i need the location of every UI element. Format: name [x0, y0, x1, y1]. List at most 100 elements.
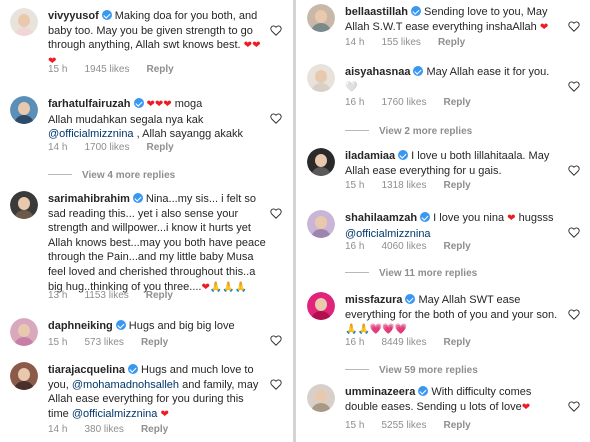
like-heart-icon[interactable] [568, 81, 580, 92]
view-more-replies-button[interactable]: View 2 more replies [345, 126, 472, 137]
mention-link[interactable]: @officialmizznina [345, 228, 431, 240]
likes-count[interactable]: 1945 likes [84, 64, 129, 75]
comment-text: tiarajacquelina Hugs and much love to you… [48, 363, 266, 422]
timestamp: 16 h [345, 241, 365, 252]
mention-link[interactable]: @mohamadnohsalleh [72, 379, 179, 391]
comment-text: shahilaamzah I love you nina ❤ hugsss @of… [345, 211, 564, 241]
reply-button[interactable]: Reply [444, 241, 471, 252]
like-heart-icon[interactable] [568, 227, 580, 238]
likes-count[interactable]: 380 likes [84, 424, 123, 435]
timestamp: 15 h [48, 337, 68, 348]
view-more-replies-button[interactable]: View 11 more replies [345, 268, 477, 279]
avatar[interactable] [10, 318, 38, 346]
verified-badge-icon [398, 150, 409, 160]
comment-meta: 16 h 1760 likes Reply [345, 97, 488, 108]
view-more-replies-button[interactable]: View 59 more replies [345, 365, 478, 376]
comment-text: bellaastillah Sending love to you, May Al… [345, 5, 564, 35]
username-link[interactable]: daphneiking [48, 320, 113, 332]
username-link[interactable]: bellaastillah [345, 6, 408, 18]
comment-meta: 15 h 1318 likes Reply [345, 180, 488, 191]
username-link[interactable]: shahilaamzah [345, 212, 417, 224]
comment-meta: 16 h 8449 likes Reply [345, 337, 488, 348]
verified-badge-icon [420, 212, 431, 222]
verified-badge-icon [132, 193, 143, 203]
avatar[interactable] [307, 148, 335, 176]
verified-badge-icon [101, 10, 112, 20]
avatar[interactable] [307, 64, 335, 92]
comment-meta: 13 h 1153 likes Reply [48, 290, 190, 301]
verified-badge-icon [405, 294, 416, 304]
timestamp: 15 h [345, 180, 365, 191]
avatar[interactable] [10, 191, 38, 219]
likes-count[interactable]: 1760 likes [381, 97, 426, 108]
likes-count[interactable]: 5255 likes [381, 420, 426, 431]
heart-emoji: ❤ [243, 40, 253, 52]
verified-badge-icon [418, 386, 429, 396]
verified-badge-icon [133, 98, 144, 108]
username-link[interactable]: iladamiaa [345, 150, 395, 162]
verified-badge-icon [115, 320, 126, 330]
username-link[interactable]: farhatulfairuzah [48, 98, 131, 110]
likes-count[interactable]: 1700 likes [84, 142, 129, 153]
reply-button[interactable]: Reply [141, 424, 168, 435]
like-heart-icon[interactable] [270, 379, 282, 390]
verified-badge-icon [410, 6, 421, 16]
comment-meta: 14 h 1700 likes Reply [48, 142, 191, 153]
heart-emoji: ❤ [539, 21, 549, 33]
like-heart-icon[interactable] [568, 401, 580, 412]
heart-emoji: ❤❤❤ [146, 99, 172, 110]
reply-button[interactable]: Reply [444, 337, 471, 348]
likes-count[interactable]: 8449 likes [381, 337, 426, 348]
like-heart-icon[interactable] [568, 165, 580, 176]
username-link[interactable]: missfazura [345, 294, 402, 306]
username-link[interactable]: vivyyusof [48, 10, 99, 22]
like-heart-icon[interactable] [568, 309, 580, 320]
like-heart-icon[interactable] [270, 335, 282, 346]
reply-button[interactable]: Reply [444, 180, 471, 191]
timestamp: 16 h [345, 337, 365, 348]
username-link[interactable]: umminazeera [345, 386, 415, 398]
likes-count[interactable]: 1153 likes [84, 290, 128, 301]
like-heart-icon[interactable] [270, 208, 282, 219]
timestamp: 16 h [345, 97, 365, 108]
avatar[interactable] [10, 8, 38, 36]
reply-button[interactable]: Reply [147, 64, 174, 75]
comment-body-text: Nina...my sis... i felt so sad reading t… [48, 193, 266, 293]
avatar[interactable] [307, 4, 335, 32]
reply-button[interactable]: Reply [444, 97, 471, 108]
like-heart-icon[interactable] [270, 25, 282, 36]
likes-count[interactable]: 155 likes [381, 37, 420, 48]
view-more-replies-button[interactable]: View 4 more replies [48, 170, 175, 181]
username-link[interactable]: tiarajacquelina [48, 364, 125, 376]
likes-count[interactable]: 4060 likes [381, 241, 426, 252]
comment-text: farhatulfairuzah ❤❤❤ moga Allah mudahkan s… [48, 97, 266, 142]
username-link[interactable]: sarimahibrahim [48, 193, 130, 205]
timestamp: 13 h [48, 290, 68, 301]
reply-button[interactable]: Reply [444, 420, 471, 431]
avatar[interactable] [10, 96, 38, 124]
avatar[interactable] [307, 210, 335, 238]
avatar[interactable] [307, 292, 335, 320]
verified-badge-icon [413, 66, 424, 76]
comment-text: sarimahibrahim Nina...my sis... i felt so… [48, 192, 266, 295]
like-heart-icon[interactable] [270, 113, 282, 124]
avatar[interactable] [307, 384, 335, 412]
likes-count[interactable]: 573 likes [84, 337, 123, 348]
comment-text: missfazura May Allah SWT ease everything … [345, 293, 564, 338]
avatar[interactable] [10, 362, 38, 390]
likes-count[interactable]: 1318 likes [381, 180, 426, 191]
view-more-label: View 11 more replies [379, 268, 478, 279]
reply-button[interactable]: Reply [141, 337, 168, 348]
comment-meta: 16 h 4060 likes Reply [345, 241, 488, 252]
reply-button[interactable]: Reply [438, 37, 465, 48]
view-more-label: View 2 more replies [379, 126, 473, 137]
comment-body-text: Hugs and big big love [128, 320, 235, 332]
reply-button[interactable]: Reply [146, 290, 173, 301]
timestamp: 14 h [48, 424, 68, 435]
reply-button[interactable]: Reply [147, 142, 174, 153]
like-heart-icon[interactable] [568, 21, 580, 32]
mention-link[interactable]: @officialmizznina [48, 128, 134, 140]
column-divider [293, 0, 296, 442]
mention-link[interactable]: @officialmizznina [72, 408, 158, 420]
username-link[interactable]: aisyahasnaa [345, 66, 410, 78]
